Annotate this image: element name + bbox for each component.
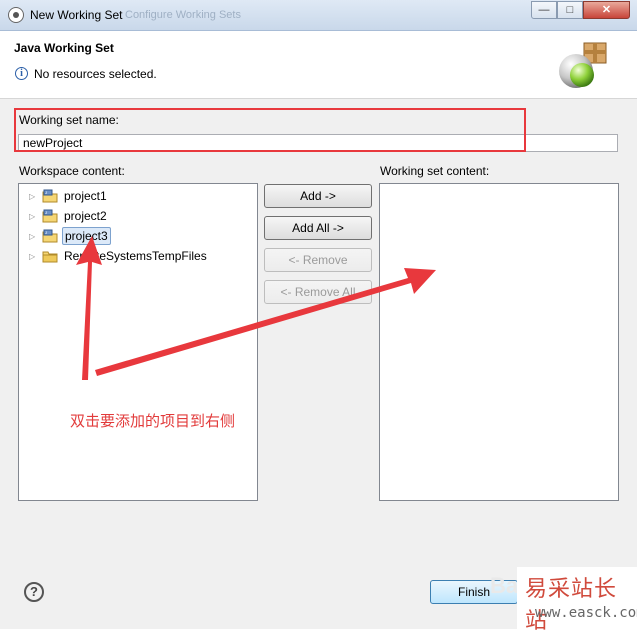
tree-item-label: project2 [64, 209, 107, 223]
minimize-button[interactable]: — [531, 1, 557, 19]
tree-item-label: project3 [62, 227, 111, 245]
status-message: No resources selected. [34, 67, 157, 81]
add-button[interactable]: Add -> [264, 184, 372, 208]
tree-item-project1[interactable]: ▷ J project1 [29, 187, 109, 205]
background-window-title: Configure Working Sets [125, 9, 241, 21]
java-project-icon: J [42, 229, 58, 243]
tree-item-label: project1 [64, 189, 107, 203]
tree-item-project3[interactable]: ▷ J project3 [29, 227, 111, 245]
expand-arrow-icon[interactable]: ▷ [29, 192, 39, 201]
tree-item-remotesystemstempfiles[interactable]: ▷ RemoteSystemsTempFiles [29, 247, 209, 265]
title-bar: New Working Set Configure Working Sets —… [0, 0, 637, 31]
wizard-title: Java Working Set [14, 41, 114, 55]
folder-icon [42, 251, 58, 263]
baidu-watermark: Ba [490, 573, 519, 598]
wizard-header: Java Working Set i No resources selected… [0, 31, 637, 99]
svg-text:J: J [45, 190, 47, 195]
watermark-url: www.easck.com [535, 605, 637, 621]
site-watermark: 易采站长站 www.easck.com [517, 567, 637, 634]
working-set-name-input[interactable]: newProject [18, 134, 618, 152]
tree-item-label: RemoteSystemsTempFiles [64, 249, 207, 263]
eclipse-app-icon [8, 7, 24, 23]
info-icon: i [15, 67, 28, 80]
close-button[interactable]: ✕ [583, 1, 630, 19]
expand-arrow-icon[interactable]: ▷ [29, 252, 39, 261]
expand-arrow-icon[interactable]: ▷ [29, 232, 39, 241]
workspace-content-tree[interactable]: ▷ J project1 ▷ J project2 ▷ J project3 ▷… [18, 183, 258, 501]
working-set-name-label: Working set name: [19, 113, 119, 127]
svg-text:J: J [45, 210, 47, 215]
tree-item-project2[interactable]: ▷ J project2 [29, 207, 109, 225]
remove-button[interactable]: <- Remove [264, 248, 372, 272]
working-set-content-label: Working set content: [380, 164, 490, 178]
java-project-icon: J [42, 189, 58, 203]
annotation-text: 双击要添加的项目到右侧 [70, 413, 236, 430]
remove-all-button[interactable]: <- Remove All [264, 280, 372, 304]
svg-text:J: J [45, 230, 47, 235]
java-project-icon: J [42, 209, 58, 223]
working-set-content-list[interactable] [379, 183, 619, 501]
working-set-wizard-icon [559, 42, 607, 88]
add-all-button[interactable]: Add All -> [264, 216, 372, 240]
workspace-content-label: Workspace content: [19, 164, 125, 178]
help-icon[interactable]: ? [24, 582, 44, 602]
maximize-button[interactable]: □ [557, 1, 583, 19]
watermark-brand: 易采站长站 [525, 577, 618, 634]
window-title: New Working Set [30, 8, 123, 22]
expand-arrow-icon[interactable]: ▷ [29, 212, 39, 221]
